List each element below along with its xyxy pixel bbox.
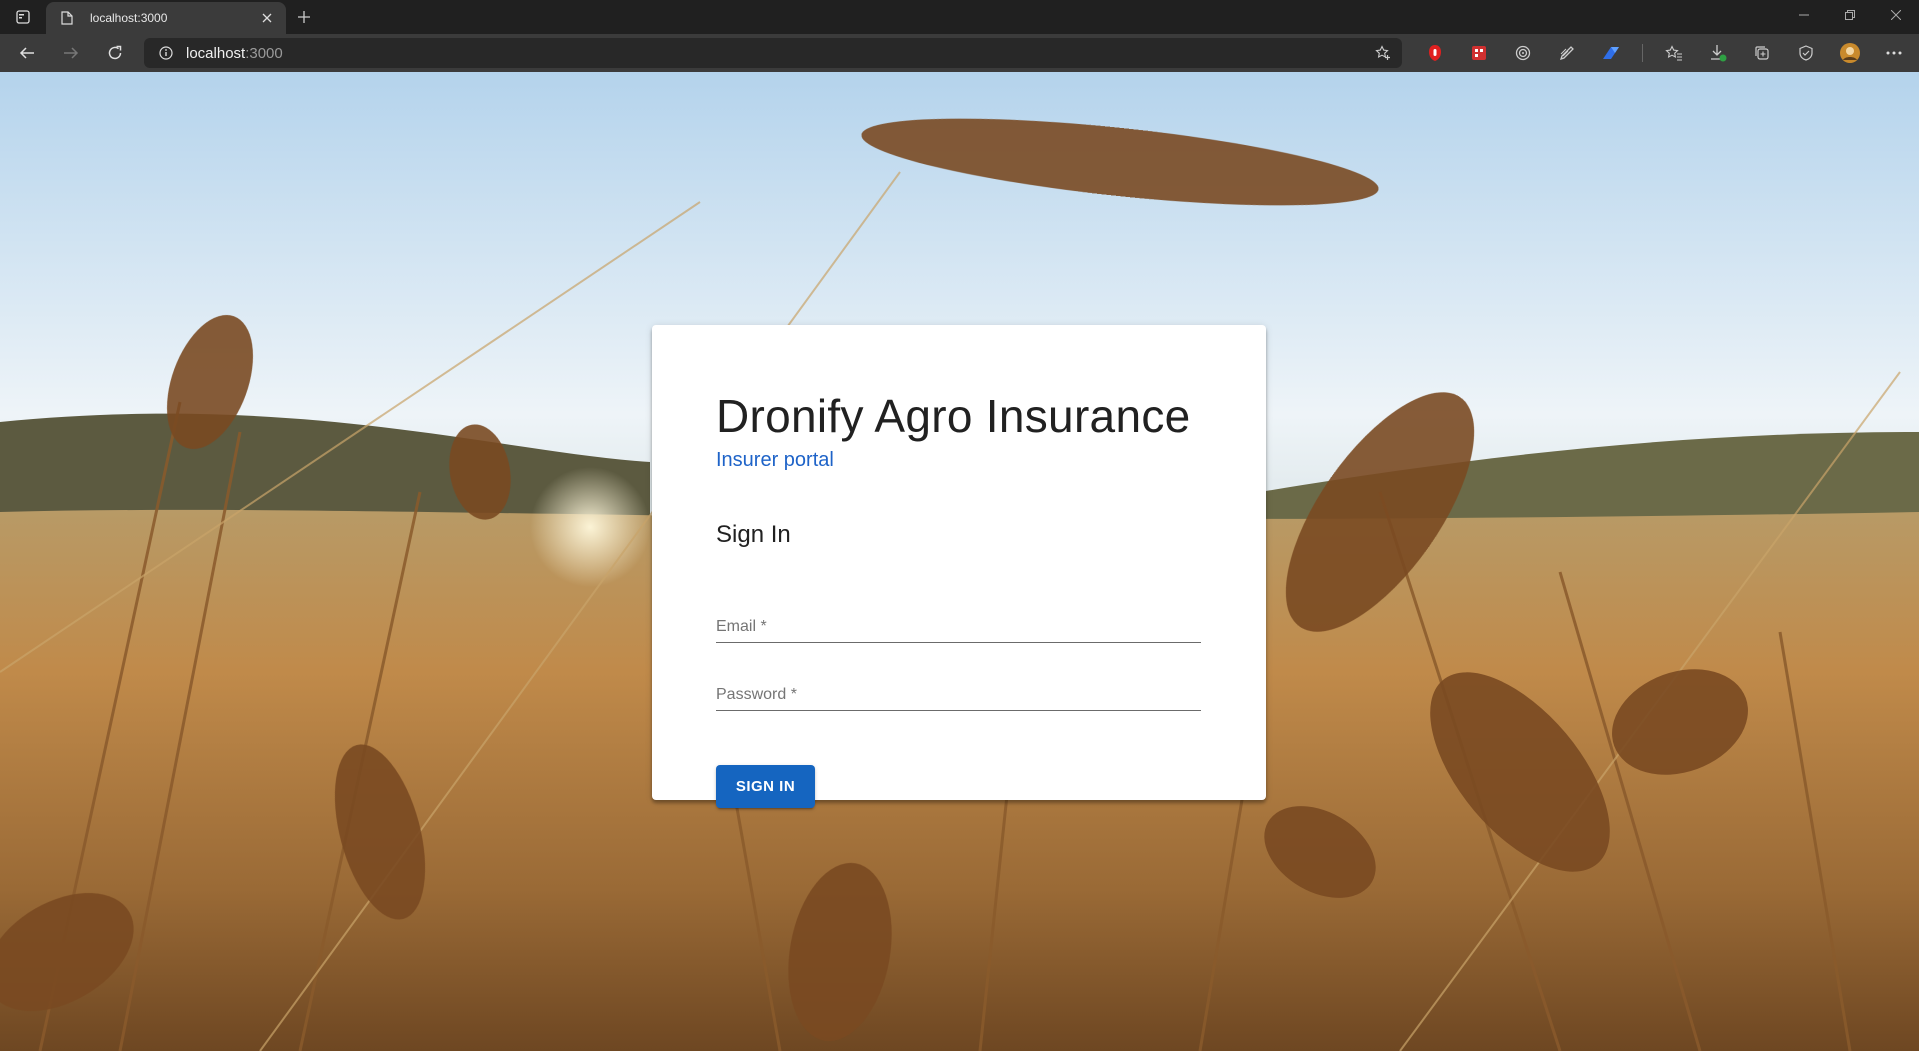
collections-icon[interactable] [1745,40,1779,66]
password-input[interactable] [716,684,1201,708]
profile-avatar[interactable] [1833,40,1867,66]
back-icon[interactable] [12,39,42,67]
site-info-icon[interactable] [158,45,174,61]
restore-icon[interactable] [1827,0,1873,30]
more-icon[interactable] [1877,40,1911,66]
password-field: Password * [716,671,1201,711]
email-field: Email * [716,603,1201,643]
add-favorite-icon[interactable] [1374,44,1392,62]
signin-button[interactable]: SIGN IN [716,765,815,808]
url-host: localhost [186,44,246,62]
red-shield-icon[interactable] [1418,40,1452,66]
tab-title: localhost:3000 [90,11,168,25]
browser-tab[interactable]: localhost:3000 [46,2,286,34]
browser-tabstrip: localhost:3000 [0,0,1919,34]
login-card: Dronify Agro Insurance Insurer portal Si… [652,325,1266,808]
page-icon [60,10,74,26]
toolbar-separator [1642,44,1643,62]
forward-icon[interactable] [56,39,86,67]
new-tab-button[interactable] [292,6,316,28]
window-controls [1781,0,1919,30]
minimize-icon[interactable] [1781,0,1827,30]
app-subtitle: Insurer portal [716,449,834,471]
address-bar[interactable]: localhost:3000 [144,38,1402,68]
signin-heading: Sign In [716,521,791,548]
email-input[interactable] [716,616,1201,640]
app-title: Dronify Agro Insurance [716,390,1191,442]
performance-icon[interactable] [1789,40,1823,66]
target-icon[interactable] [1506,40,1540,66]
refresh-icon[interactable] [100,39,130,67]
tab-actions-icon[interactable] [10,7,36,27]
url-port: :3000 [245,44,283,62]
blue-arrow-icon[interactable] [1594,40,1628,66]
browser-toolbar: localhost:3000 [0,34,1919,72]
page-viewport: Dronify Agro Insurance Insurer portal Si… [0,72,1919,1051]
close-tab-icon[interactable] [258,9,276,27]
download-icon[interactable] [1701,40,1735,66]
favorites-icon[interactable] [1657,40,1691,66]
red-grid-icon[interactable] [1462,40,1496,66]
pen-icon[interactable] [1550,40,1584,66]
extensions-bar [1418,40,1919,66]
close-window-icon[interactable] [1873,0,1919,30]
